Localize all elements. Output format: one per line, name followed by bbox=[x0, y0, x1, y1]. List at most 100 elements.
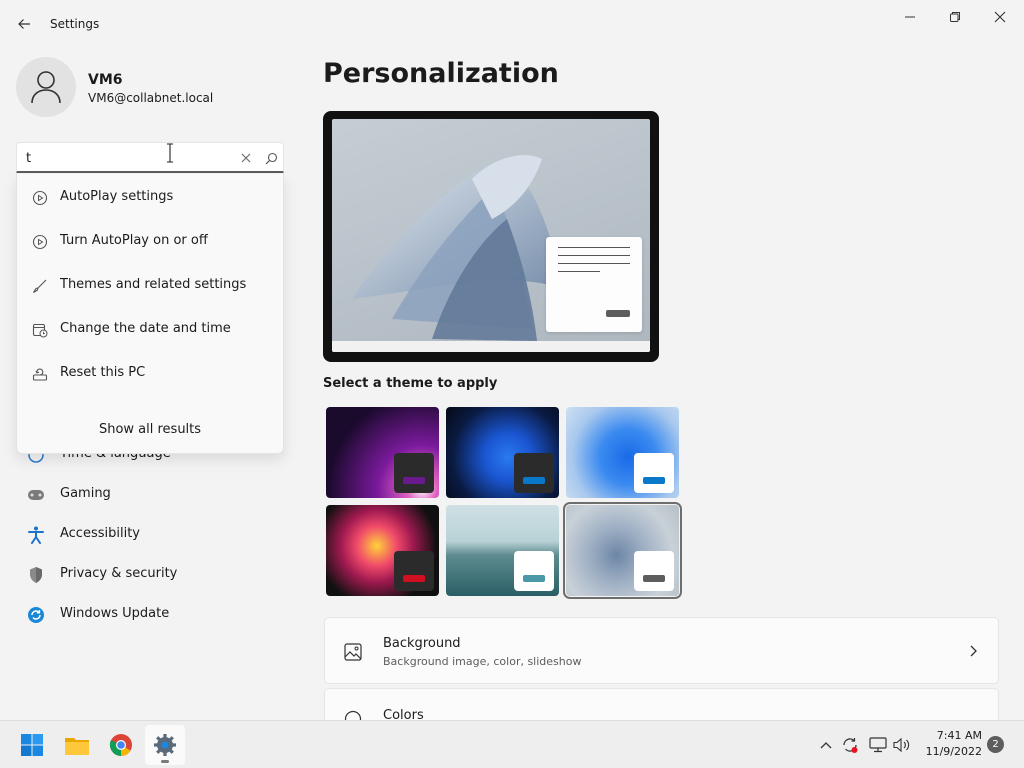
card-title: Background bbox=[383, 636, 461, 651]
user-email: VM6@collabnet.local bbox=[88, 91, 214, 105]
clock-time[interactable]: 7:41 AM bbox=[922, 729, 982, 742]
suggestion-turn-autoplay[interactable]: Turn AutoPlay on or off bbox=[17, 220, 283, 260]
network-icon bbox=[869, 737, 887, 753]
show-all-results-link[interactable]: Show all results bbox=[17, 422, 283, 437]
show-hidden-icons-button[interactable] bbox=[817, 735, 835, 755]
start-icon bbox=[21, 734, 43, 756]
update-icon bbox=[26, 605, 46, 625]
sidebar-item-gaming[interactable]: Gaming bbox=[16, 476, 284, 512]
minimize-button[interactable] bbox=[887, 2, 933, 32]
sidebar-item-accessibility[interactable]: Accessibility bbox=[16, 516, 284, 552]
clock-date[interactable]: 11/9/2022 bbox=[912, 745, 982, 758]
taskbar bbox=[0, 720, 1024, 768]
title-bar: Settings bbox=[0, 0, 1024, 48]
sidebar-item-privacy-security[interactable]: Privacy & security bbox=[16, 556, 284, 592]
palette-icon bbox=[343, 709, 363, 720]
shield-icon bbox=[26, 565, 46, 585]
sidebar-item-windows-update[interactable]: Windows Update bbox=[16, 596, 284, 632]
sync-status-button[interactable] bbox=[841, 735, 859, 755]
user-icon bbox=[31, 71, 61, 104]
theme-accent bbox=[523, 575, 545, 582]
sidebar-item-label: Privacy & security bbox=[60, 566, 178, 581]
avatar[interactable] bbox=[16, 57, 76, 117]
calendar-clock-icon bbox=[31, 321, 49, 339]
theme-flow[interactable] bbox=[563, 502, 682, 599]
theme-accent bbox=[403, 477, 425, 484]
sidebar-item-label: Windows Update bbox=[60, 606, 170, 621]
theme-accent bbox=[523, 477, 545, 484]
gamepad-icon bbox=[26, 485, 46, 505]
theme-accent bbox=[403, 575, 425, 582]
clear-search-button[interactable] bbox=[236, 148, 256, 168]
brush-icon bbox=[31, 277, 49, 295]
suggestion-reset-pc[interactable]: Reset this PC bbox=[17, 352, 283, 392]
file-explorer-icon bbox=[65, 738, 89, 755]
suggestion-label: Change the date and time bbox=[60, 321, 231, 336]
taskbar-file-explorer[interactable] bbox=[57, 725, 97, 765]
theme-chip bbox=[394, 453, 434, 493]
theme-accent bbox=[643, 477, 665, 484]
preview-window bbox=[546, 237, 642, 332]
autoplay-icon bbox=[31, 189, 49, 207]
suggestion-autoplay-settings[interactable]: AutoPlay settings bbox=[17, 176, 283, 216]
network-button[interactable] bbox=[869, 735, 887, 755]
page-title: Personalization bbox=[323, 58, 559, 89]
theme-preview bbox=[323, 111, 659, 362]
suggestion-date-time[interactable]: Change the date and time bbox=[17, 308, 283, 348]
minimize-icon bbox=[905, 16, 915, 18]
theme-accent bbox=[643, 575, 665, 582]
autoplay-icon bbox=[31, 233, 49, 251]
chevron-up-icon bbox=[820, 742, 832, 749]
text-cursor-icon bbox=[167, 143, 173, 163]
start-button[interactable] bbox=[12, 725, 52, 765]
theme-chip bbox=[514, 453, 554, 493]
sidebar-item-label: Gaming bbox=[60, 486, 111, 501]
user-name: VM6 bbox=[88, 72, 123, 88]
settings-icon bbox=[154, 734, 176, 756]
suggestion-label: AutoPlay settings bbox=[60, 189, 174, 204]
search-box bbox=[16, 142, 284, 173]
accessibility-icon bbox=[26, 525, 46, 545]
maximize-button[interactable] bbox=[932, 2, 978, 32]
theme-chip bbox=[394, 551, 434, 591]
close-icon bbox=[241, 153, 251, 163]
theme-sunrise-lake[interactable] bbox=[446, 505, 559, 596]
suggestion-label: Turn AutoPlay on or off bbox=[60, 233, 208, 248]
theme-chip bbox=[514, 551, 554, 591]
theme-glow[interactable] bbox=[326, 407, 439, 498]
preview-taskbar bbox=[332, 341, 650, 352]
close-icon bbox=[994, 11, 1006, 23]
theme-chip bbox=[634, 551, 674, 591]
colors-card[interactable]: Colors bbox=[324, 688, 999, 720]
taskbar-chrome[interactable] bbox=[101, 725, 141, 765]
back-button[interactable] bbox=[10, 10, 38, 38]
app-title: Settings bbox=[50, 17, 100, 31]
search-icon bbox=[265, 152, 277, 164]
image-icon bbox=[343, 642, 363, 662]
preview-wallpaper bbox=[332, 119, 650, 352]
theme-captured-motion[interactable] bbox=[326, 505, 439, 596]
sync-alert-icon bbox=[843, 738, 858, 753]
close-button[interactable] bbox=[977, 2, 1023, 32]
suggestion-themes[interactable]: Themes and related settings bbox=[17, 264, 283, 304]
themes-section-label: Select a theme to apply bbox=[323, 376, 498, 391]
chrome-icon bbox=[109, 734, 132, 756]
taskbar-settings[interactable] bbox=[145, 725, 185, 765]
reset-pc-icon bbox=[31, 365, 49, 383]
card-subtitle: Background image, color, slideshow bbox=[383, 655, 582, 668]
search-input[interactable] bbox=[26, 148, 206, 168]
sidebar-item-label: Accessibility bbox=[60, 526, 140, 541]
search-button[interactable] bbox=[261, 148, 281, 168]
background-card[interactable]: Background Background image, color, slid… bbox=[324, 617, 999, 684]
card-title: Colors bbox=[383, 708, 424, 720]
volume-button[interactable] bbox=[893, 735, 911, 755]
theme-chip bbox=[634, 453, 674, 493]
volume-icon bbox=[893, 737, 910, 753]
suggestion-label: Reset this PC bbox=[60, 365, 146, 380]
theme-windows-light[interactable] bbox=[566, 407, 679, 498]
back-arrow-icon bbox=[18, 19, 30, 29]
active-app-indicator bbox=[161, 760, 169, 763]
chevron-right-icon bbox=[970, 645, 977, 657]
notification-badge[interactable]: 2 bbox=[987, 736, 1004, 753]
theme-windows-dark[interactable] bbox=[446, 407, 559, 498]
